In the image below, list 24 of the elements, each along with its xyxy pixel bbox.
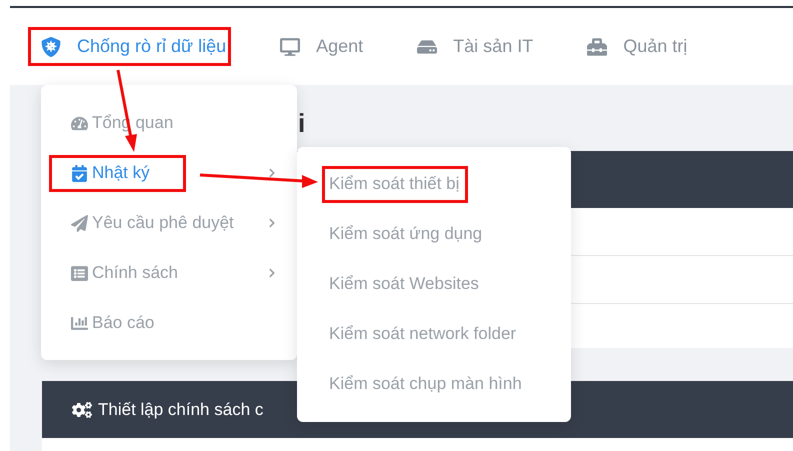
gears-icon [72, 400, 92, 420]
nav-tab[interactable]: Quản trị [577, 30, 690, 63]
menu-item[interactable]: Nhật ký [71, 158, 183, 188]
toolbox-icon [587, 36, 608, 56]
monitor-icon [280, 36, 300, 56]
submenu-item[interactable]: Kiểm soát chụp màn hình [329, 368, 528, 400]
list-icon [71, 264, 88, 282]
submenu-item[interactable]: Kiểm soát ứng dụng [329, 218, 488, 250]
gauge-icon [71, 114, 88, 132]
bar-chart-icon [71, 314, 88, 332]
shield-icon [41, 36, 61, 56]
calendar-icon [71, 164, 88, 182]
submenu-item[interactable]: Kiểm soát Websites [329, 268, 485, 300]
submenu-item[interactable]: Kiểm soát thiết bị [329, 168, 466, 200]
paper-plane-icon [71, 214, 88, 232]
submenu-item[interactable]: Kiểm soát network folder [329, 318, 522, 350]
page-title: i [298, 108, 306, 138]
menu-item[interactable]: Yêu cầu phê duyệt [71, 208, 240, 238]
nav-tab[interactable]: Chống rò rỉ dữ liệu [31, 30, 228, 63]
nav-tab[interactable]: Agent [270, 30, 366, 63]
menu-item[interactable]: Chính sách [71, 258, 184, 288]
menu-item[interactable]: Báo cáo [71, 308, 160, 338]
card-title: Thiết lập chính sách c [98, 400, 264, 420]
nav-tab[interactable]: Tài sản IT [407, 30, 536, 63]
